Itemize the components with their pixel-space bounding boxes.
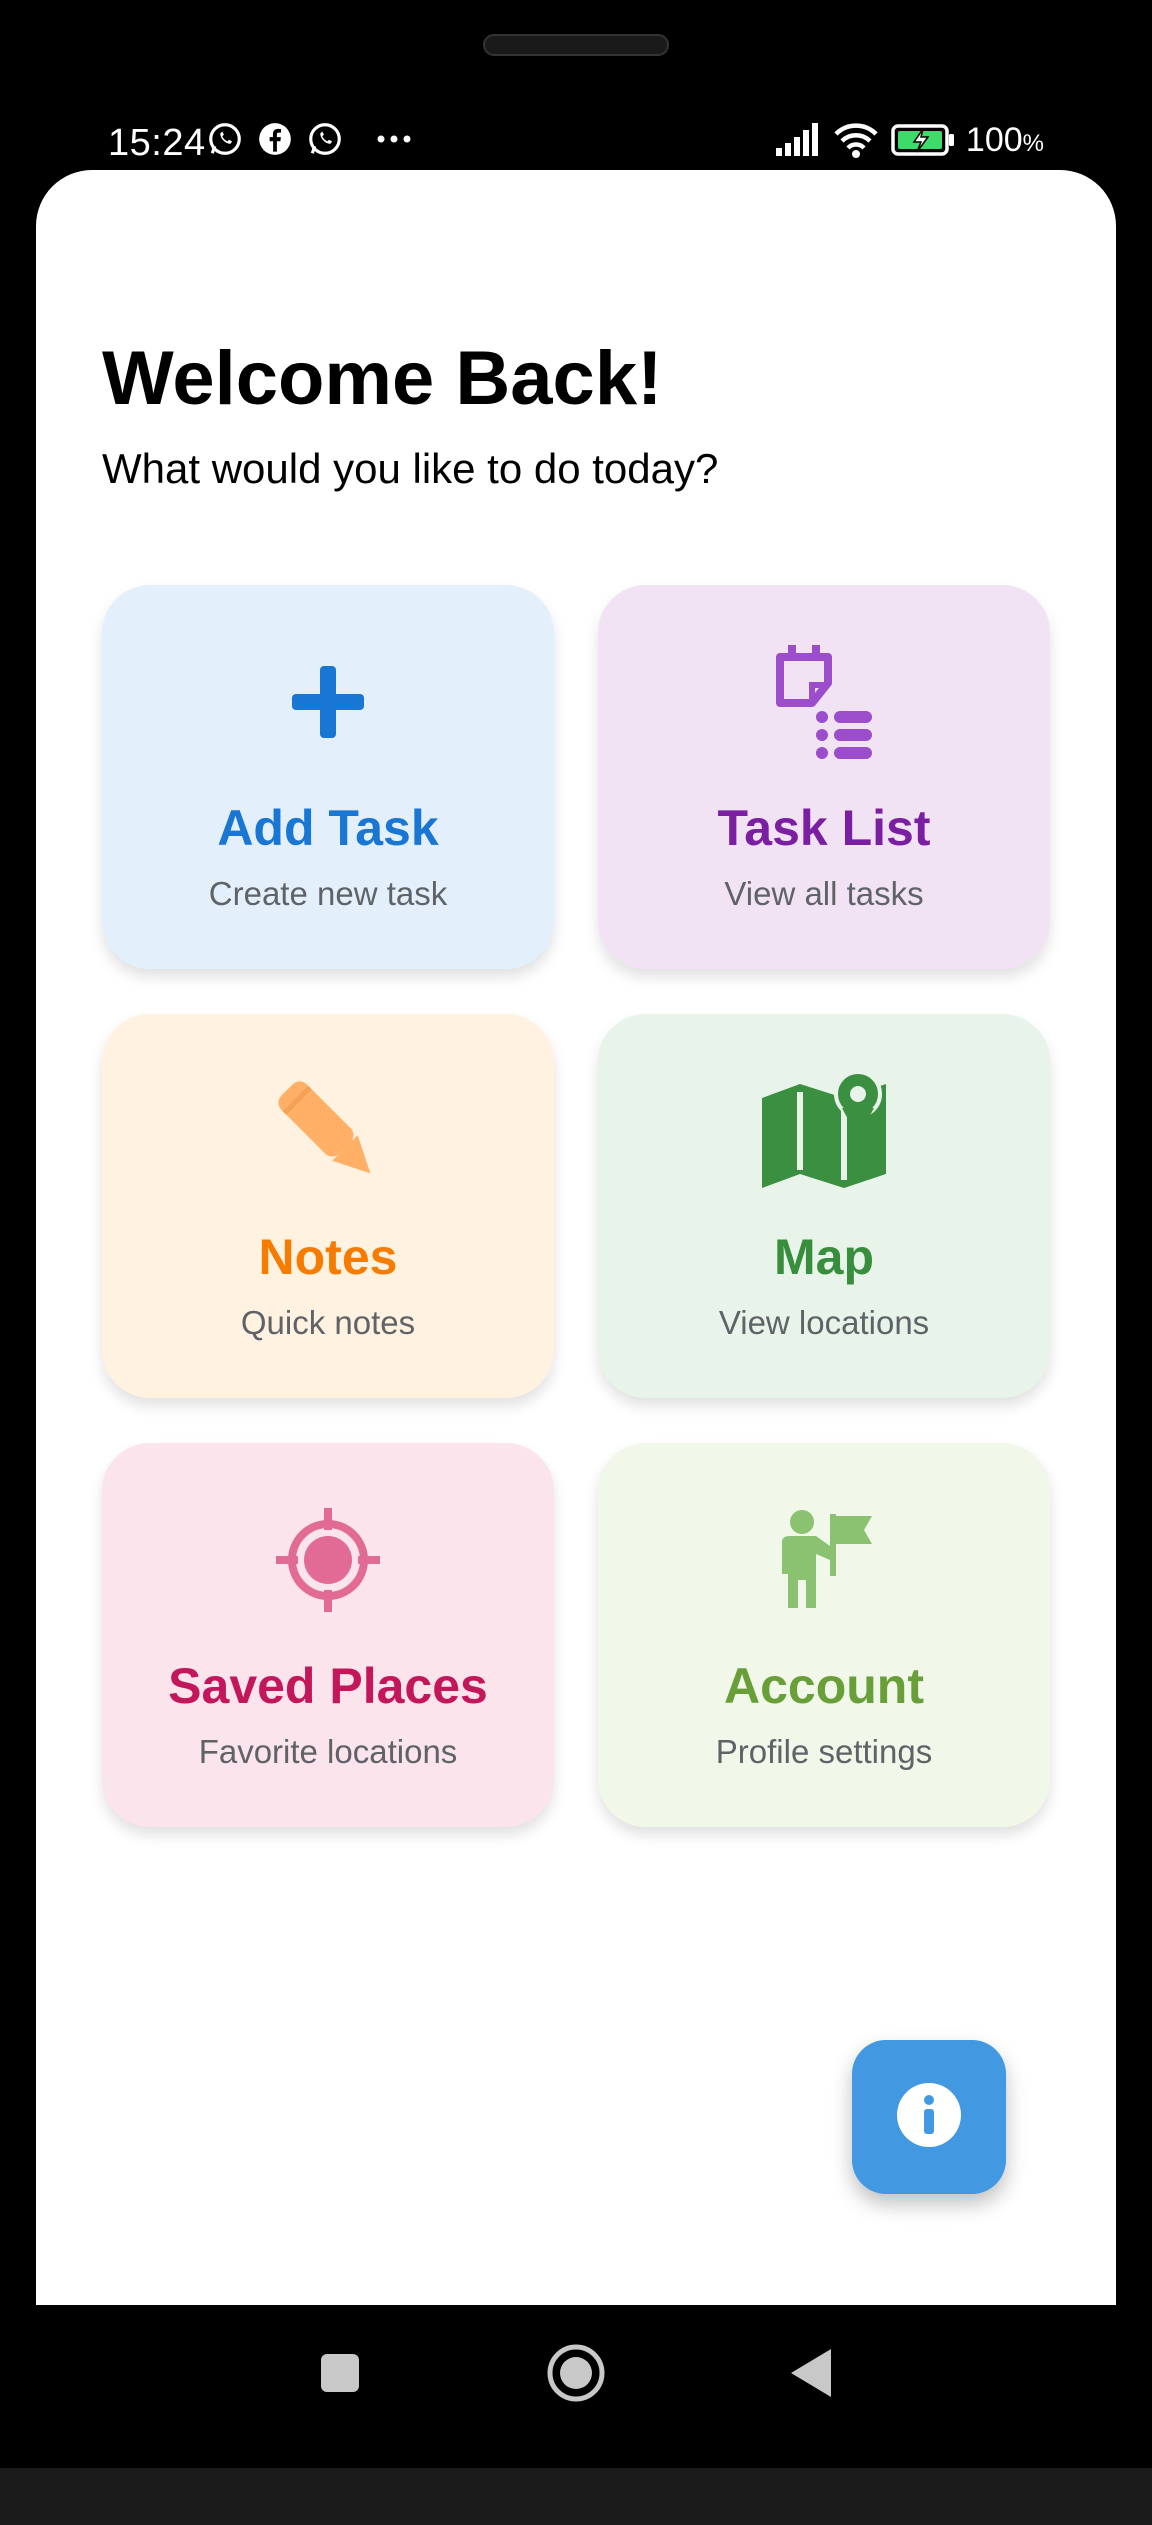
wifi-icon <box>832 120 880 160</box>
target-icon <box>102 1499 554 1621</box>
page-subtitle: What would you like to do today? <box>102 445 719 492</box>
card-subtitle: Profile settings <box>715 1733 933 1770</box>
back-button[interactable] <box>781 2345 841 2405</box>
saved-places-card[interactable]: Saved Places Favorite locations <box>102 1443 554 1827</box>
recent-apps-button[interactable] <box>310 2345 370 2405</box>
more-dots-icon <box>374 120 414 158</box>
back-icon <box>789 2347 833 2404</box>
whatsapp-icon <box>206 120 244 158</box>
battery-percent: 100% <box>965 120 1044 159</box>
signal-icon <box>774 120 822 160</box>
home-icon <box>546 2343 606 2408</box>
home-button[interactable] <box>546 2343 606 2408</box>
card-title: Saved Places <box>168 1658 488 1714</box>
notes-card[interactable]: Notes Quick notes <box>102 1014 554 1398</box>
card-title: Task List <box>717 800 931 856</box>
pencil-icon <box>102 1070 554 1192</box>
recent-apps-icon <box>320 2353 360 2398</box>
system-icons: 100% <box>774 120 1044 160</box>
system-navigation-bar <box>0 2305 1152 2435</box>
map-card[interactable]: Map View locations <box>598 1014 1050 1398</box>
task-list-card[interactable]: Task List View all tasks <box>598 585 1050 969</box>
battery-charging-icon <box>890 120 956 160</box>
card-subtitle: Create new task <box>208 875 448 912</box>
card-subtitle: Favorite locations <box>198 1733 458 1770</box>
status-time: 15:24 <box>108 122 206 164</box>
whatsapp-icon <box>306 120 344 158</box>
device-bottom-edge <box>0 2468 1152 2525</box>
card-title: Map <box>774 1229 874 1285</box>
card-subtitle: View locations <box>718 1304 930 1341</box>
card-title: Notes <box>258 1229 398 1285</box>
person-flag-icon <box>598 1499 1050 1621</box>
notification-icons <box>206 120 414 158</box>
map-icon <box>598 1070 1050 1192</box>
task-list-icon <box>598 641 1050 763</box>
card-subtitle: Quick notes <box>240 1304 416 1341</box>
facebook-icon <box>256 120 294 158</box>
phone-frame: 15:24 100% Welcome Back! What would you … <box>0 0 1152 2525</box>
card-subtitle: View all tasks <box>724 875 924 912</box>
card-title: Add Task <box>217 800 439 856</box>
account-card[interactable]: Account Profile settings <box>598 1443 1050 1827</box>
plus-icon <box>102 641 554 763</box>
page-title: Welcome Back! <box>102 336 663 421</box>
earpiece-speaker <box>483 34 669 56</box>
add-task-card[interactable]: Add Task Create new task <box>102 585 554 969</box>
info-icon <box>896 2082 962 2153</box>
card-title: Account <box>724 1658 924 1714</box>
app-screen: Welcome Back! What would you like to do … <box>36 170 1116 2305</box>
info-button[interactable] <box>852 2040 1006 2194</box>
